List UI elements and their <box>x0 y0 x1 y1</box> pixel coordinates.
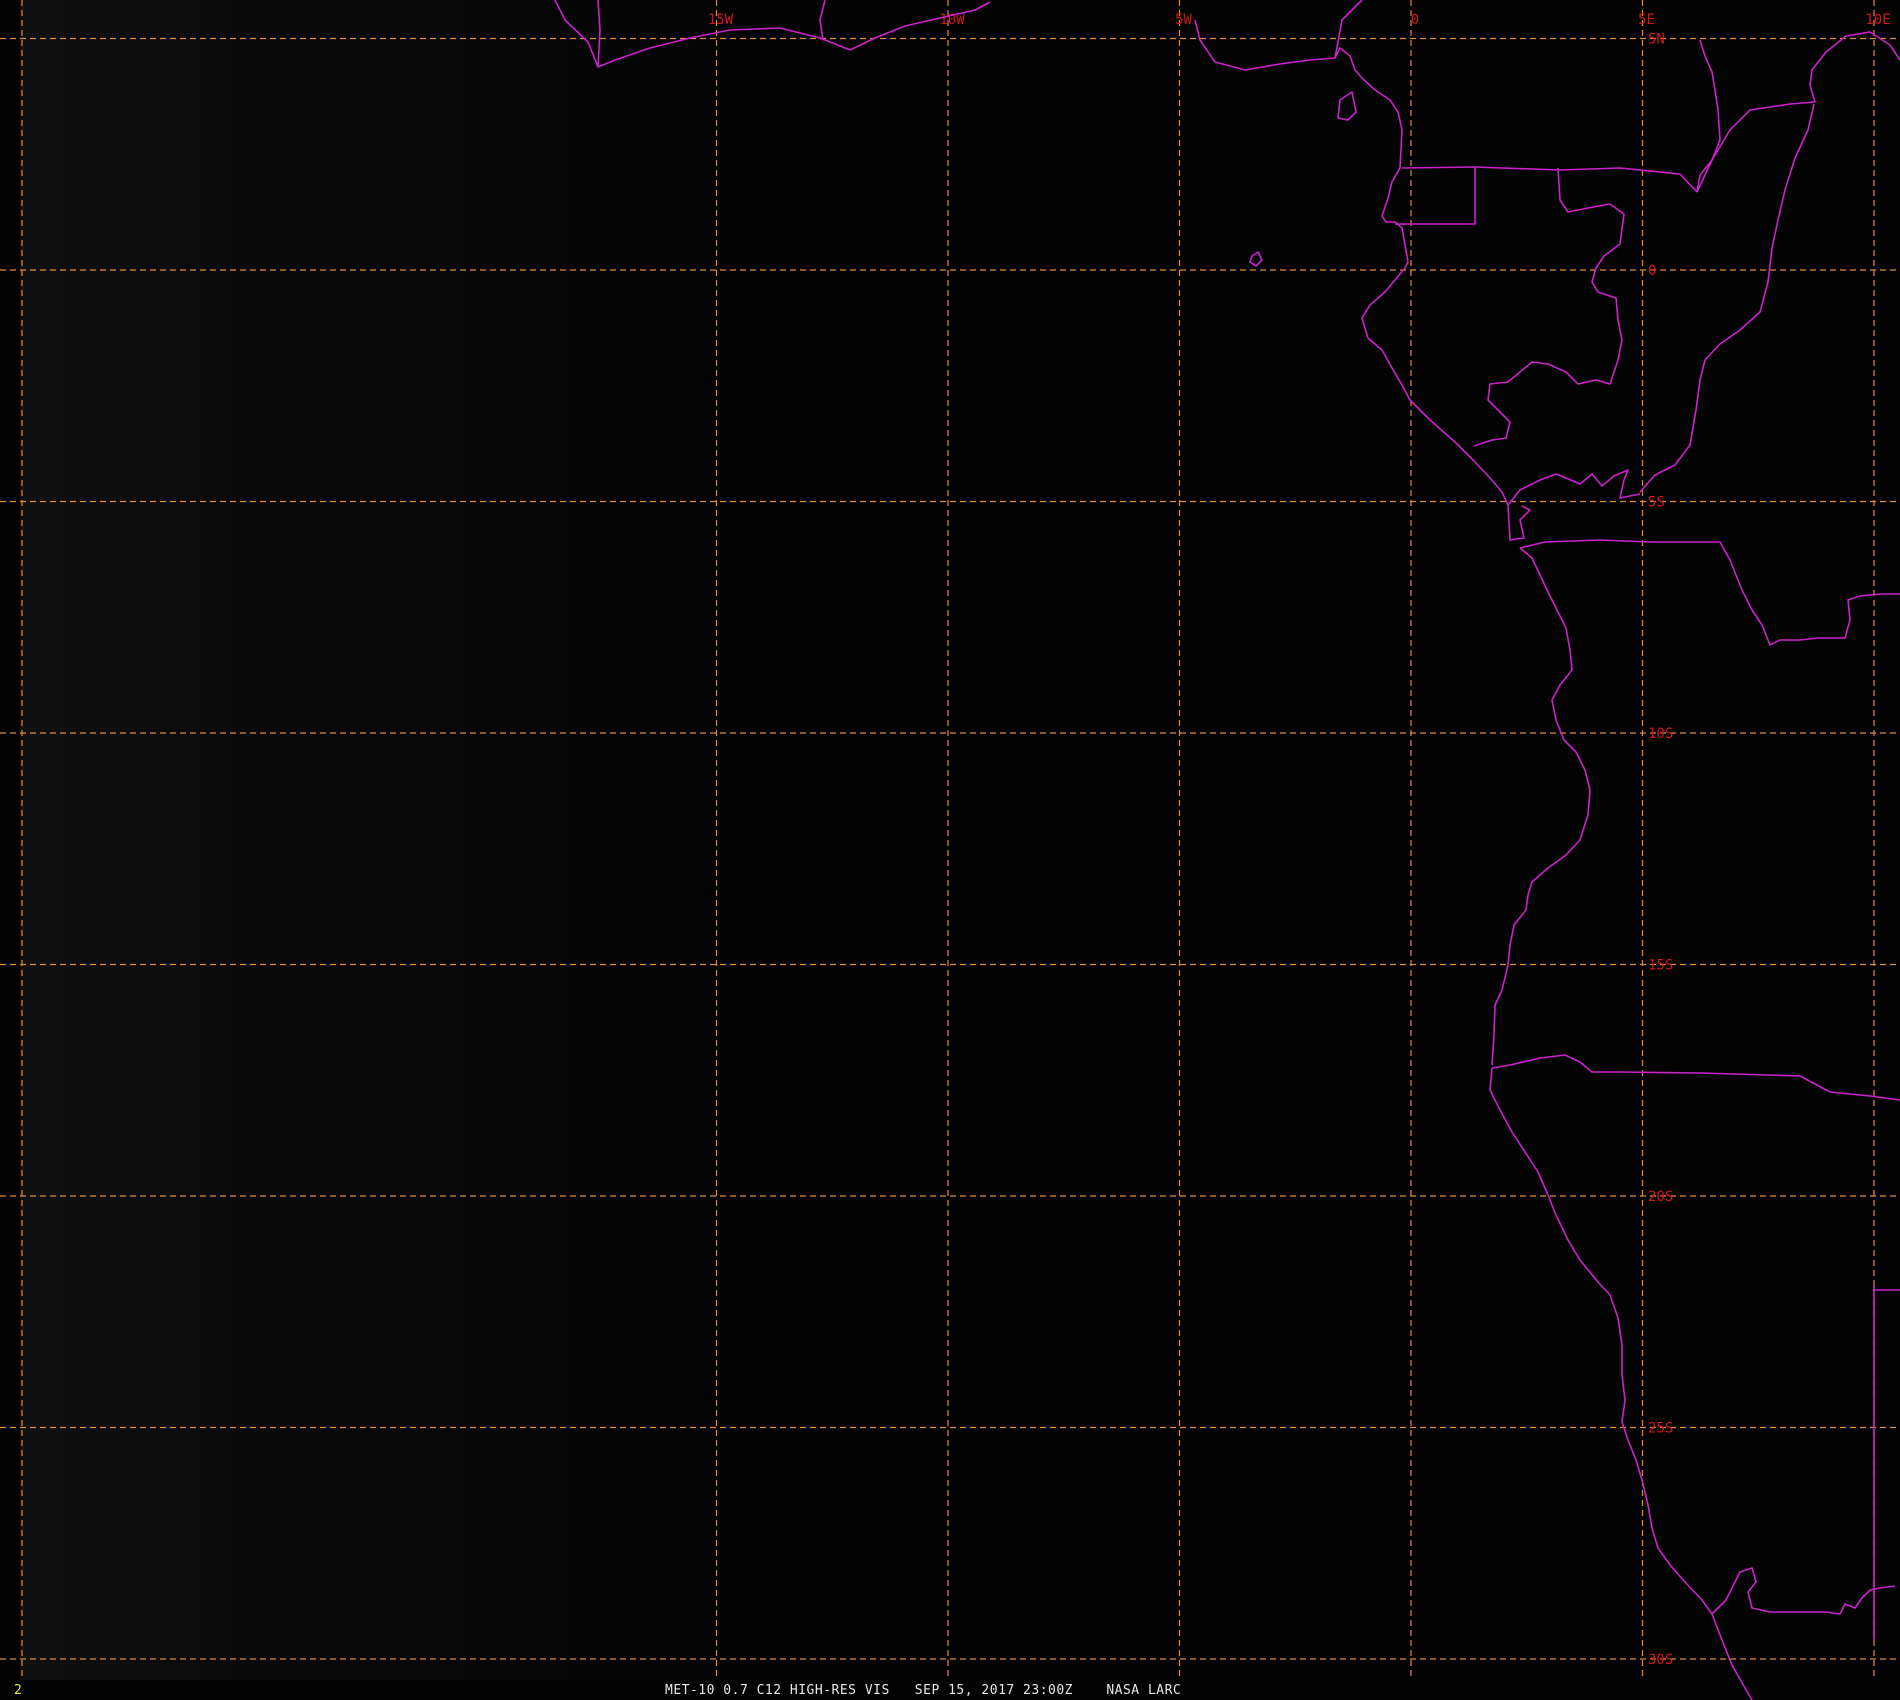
image-caption: MET-10 0.7 C12 HIGH-RES VIS SEP 15, 2017… <box>665 1683 1181 1698</box>
longitude-label: 5W <box>1175 12 1192 28</box>
longitude-label: 15W <box>708 12 734 28</box>
latitude-label: 20S <box>1648 1189 1673 1205</box>
latitude-label: 25S <box>1648 1421 1673 1437</box>
satellite-map: 15W10W5W05E10E15E5N05S10S15S20S25S30S 2 … <box>0 0 1900 1700</box>
latitude-label: 10S <box>1648 726 1673 742</box>
longitude-label: 5E <box>1638 12 1655 28</box>
frame-number: 2 <box>14 1683 22 1698</box>
latitude-label: 5S <box>1648 495 1665 511</box>
latitude-label: 15S <box>1648 958 1673 974</box>
longitude-label: 10E <box>1865 12 1890 28</box>
latitude-label: 0 <box>1648 263 1656 279</box>
latitude-label: 5N <box>1648 32 1665 48</box>
latitude-label: 30S <box>1648 1652 1673 1668</box>
longitude-label: 0 <box>1411 12 1419 28</box>
